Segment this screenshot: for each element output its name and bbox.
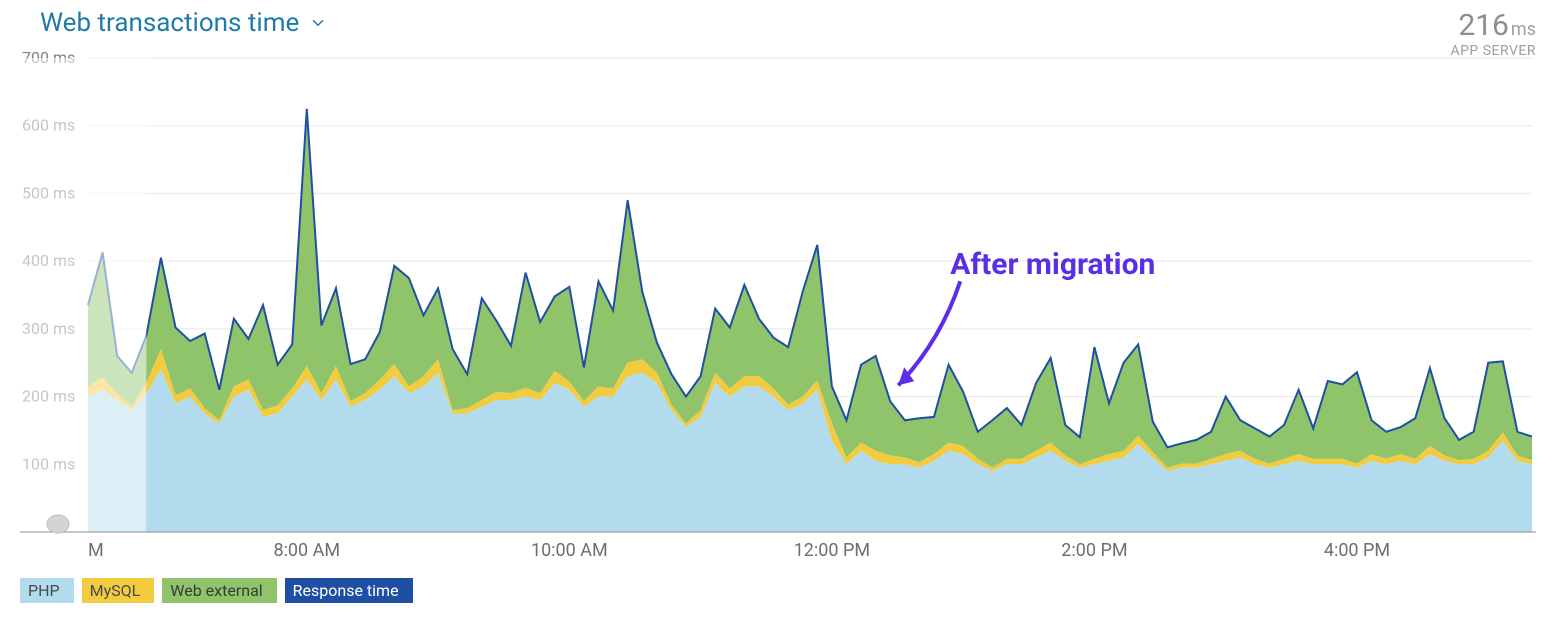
svg-text:4:00 PM: 4:00 PM	[1324, 540, 1390, 561]
legend-item-web-external[interactable]: Web external	[162, 578, 276, 603]
legend-label: MySQL	[90, 581, 141, 600]
svg-text:2:00 PM: 2:00 PM	[1061, 540, 1127, 561]
chevron-down-icon	[309, 14, 327, 32]
chart-title: Web transactions time	[40, 8, 299, 38]
chart-legend: PHP MySQL Web external Response time	[20, 578, 413, 603]
legend-label: Web external	[170, 581, 262, 600]
annotation-after-migration: After migration	[950, 247, 1155, 282]
legend-item-php[interactable]: PHP	[20, 578, 74, 603]
metric-value: 216	[1458, 8, 1509, 43]
svg-text:M: M	[88, 540, 104, 561]
legend-label: Response time	[293, 581, 399, 600]
chart-title-dropdown[interactable]: Web transactions time	[40, 8, 327, 38]
legend-item-mysql[interactable]: MySQL	[82, 578, 155, 603]
chart-plot-area[interactable]: 100 ms200 ms300 ms400 ms500 ms600 ms700 …	[20, 52, 1536, 562]
chart-svg: 100 ms200 ms300 ms400 ms500 ms600 ms700 …	[20, 52, 1536, 562]
svg-text:10:00 AM: 10:00 AM	[531, 540, 608, 561]
legend-label: PHP	[28, 581, 60, 600]
legend-item-response-time[interactable]: Response time	[285, 578, 413, 603]
svg-text:8:00 AM: 8:00 AM	[273, 540, 340, 561]
metric-unit: ms	[1511, 19, 1536, 40]
svg-text:12:00 PM: 12:00 PM	[794, 540, 870, 561]
